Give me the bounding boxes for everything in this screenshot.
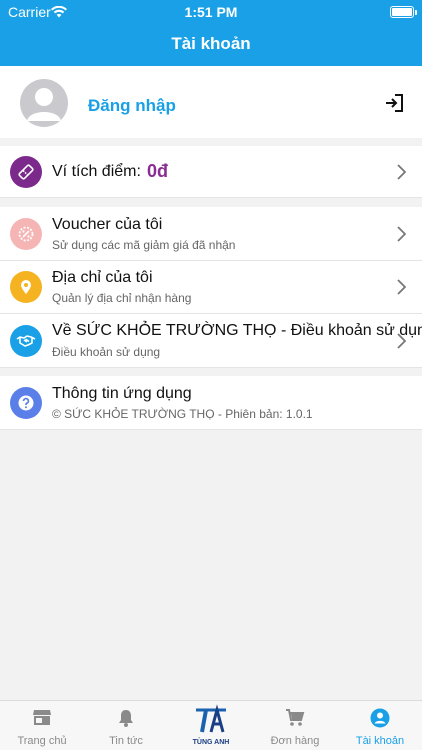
tab-label: Đơn hàng <box>270 735 320 747</box>
login-icon[interactable] <box>384 93 404 118</box>
app-info-title: Thông tin ứng dụng <box>52 385 192 402</box>
terms-title: Về SỨC KHỎE TRƯỜNG THỌ - Điều khoản sử d… <box>52 322 422 339</box>
clock-time: 1:51 PM <box>184 4 238 20</box>
info-question-icon <box>10 387 42 419</box>
wallet-ticket-icon <box>10 156 42 188</box>
tab-news[interactable]: Tin tức <box>84 701 168 750</box>
cart-icon <box>286 709 305 726</box>
store-icon <box>33 710 51 725</box>
account-icon <box>370 708 390 728</box>
voucher-subtitle: Sử dụng các mã giảm giá đã nhận <box>52 238 236 252</box>
tab-brand[interactable]: TÙNG ANH <box>169 701 253 750</box>
voucher-icon <box>10 218 42 250</box>
location-pin-icon <box>10 271 42 303</box>
battery-icon <box>390 6 417 18</box>
status-bar: Carrier 1:51 PM <box>0 3 422 21</box>
address-row[interactable]: Địa chỉ của tôi Quản lý địa chỉ nhận hàn… <box>0 261 422 314</box>
login-row[interactable]: Đăng nhập <box>0 66 422 138</box>
tab-bar: Trang chủ Tin tức TÙNG ANH Đơn hàng Tài … <box>0 700 422 750</box>
voucher-row[interactable]: Voucher của tôi Sử dụng các mã giảm giá … <box>0 207 422 261</box>
chevron-right-icon <box>397 164 406 180</box>
chevron-right-icon <box>397 333 406 349</box>
tab-label: Tài khoản <box>355 735 405 747</box>
app-info-row[interactable]: Thông tin ứng dụng © SỨC KHỎE TRƯỜNG THỌ… <box>0 376 422 430</box>
tab-account[interactable]: Tài khoản <box>338 701 422 750</box>
wallet-row[interactable]: Ví tích điểm: 0đ <box>0 146 422 198</box>
avatar <box>20 79 68 127</box>
bell-icon <box>119 710 133 727</box>
address-subtitle: Quản lý địa chỉ nhận hàng <box>52 291 192 305</box>
login-label[interactable]: Đăng nhập <box>88 96 176 116</box>
handshake-icon <box>10 325 42 357</box>
address-title: Địa chỉ của tôi <box>52 269 153 286</box>
tab-home[interactable]: Trang chủ <box>0 701 84 750</box>
voucher-title: Voucher của tôi <box>52 216 163 233</box>
app-header: Carrier 1:51 PM Tài khoản <box>0 0 422 66</box>
tab-orders[interactable]: Đơn hàng <box>253 701 337 750</box>
app-info-subtitle: © SỨC KHỎE TRƯỜNG THỌ - Phiên bản: 1.0.1 <box>52 407 313 421</box>
terms-subtitle: Điều khoản sử dụng <box>52 345 161 359</box>
tab-label: Tin tức <box>109 735 143 747</box>
page-title: Tài khoản <box>171 34 251 53</box>
wallet-value: 0đ <box>147 161 169 181</box>
brand-logo-icon <box>196 704 226 733</box>
terms-row[interactable]: Về SỨC KHỎE TRƯỜNG THỌ - Điều khoản sử d… <box>0 314 422 368</box>
wallet-label: Ví tích điểm: <box>52 163 141 180</box>
chevron-right-icon <box>397 279 406 295</box>
chevron-right-icon <box>397 226 406 242</box>
brand-logo-text: TÙNG ANH <box>192 739 230 746</box>
tab-label: Trang chủ <box>17 735 67 747</box>
